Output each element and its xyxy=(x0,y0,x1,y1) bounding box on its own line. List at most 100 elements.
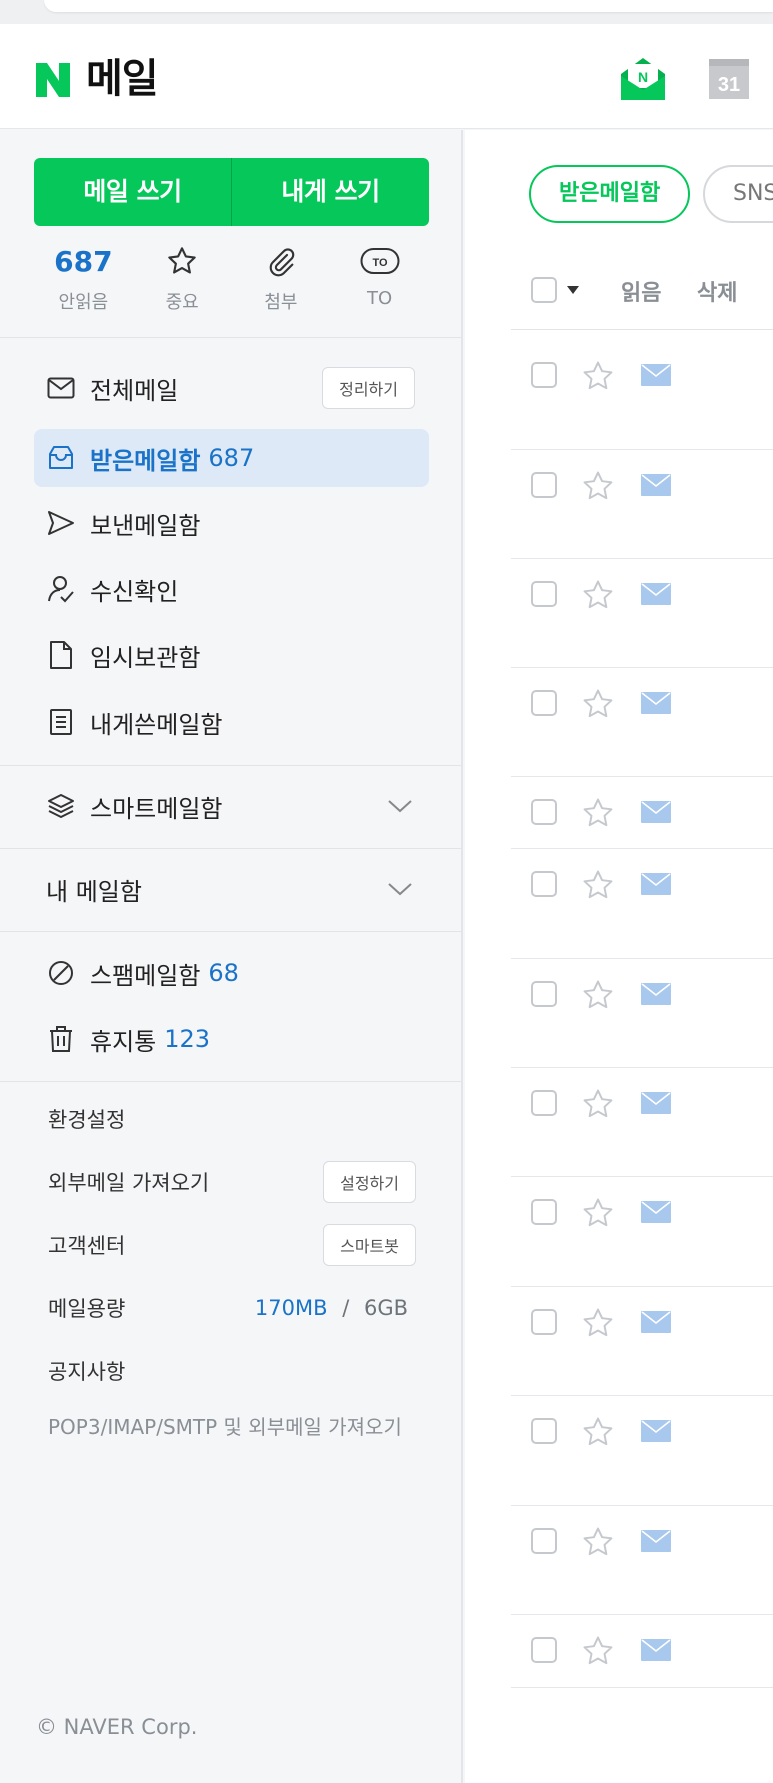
delete-button[interactable]: 삭제 xyxy=(697,275,737,307)
draft-icon xyxy=(46,640,76,670)
trash-count: 123 xyxy=(164,1025,211,1053)
folder-label: 전체메일 xyxy=(90,376,179,405)
star-icon[interactable] xyxy=(581,687,615,721)
organize-button[interactable]: 정리하기 xyxy=(322,367,415,409)
star-icon[interactable] xyxy=(581,1415,615,1449)
row-checkbox[interactable] xyxy=(531,1199,557,1225)
folder-to-me[interactable]: 내게쓴메일함 xyxy=(34,693,429,751)
divider xyxy=(0,765,461,766)
smartbot-button[interactable]: 스마트봇 xyxy=(323,1224,416,1266)
mail-row[interactable]: 집 xyxy=(511,1068,773,1177)
star-icon[interactable] xyxy=(581,1196,615,1230)
folder-sent[interactable]: 보낸메일함 xyxy=(34,494,429,552)
select-all-checkbox[interactable] xyxy=(531,277,557,303)
envelope-icon[interactable] xyxy=(641,983,671,1005)
row-checkbox[interactable] xyxy=(531,472,557,498)
star-icon[interactable] xyxy=(581,1087,615,1121)
mail-row[interactable]: 집 xyxy=(511,559,773,668)
row-checkbox[interactable] xyxy=(531,1309,557,1335)
row-checkbox[interactable] xyxy=(531,1637,557,1663)
envelope-icon[interactable] xyxy=(641,1311,671,1333)
row-checkbox[interactable] xyxy=(531,981,557,1007)
folder-label: 내게쓴메일함 xyxy=(90,710,223,739)
row-checkbox[interactable] xyxy=(531,799,557,825)
compose-group: 메일 쓰기 내게 쓰기 xyxy=(34,158,429,226)
folder-spam[interactable]: 스팸메일함 68 xyxy=(34,944,429,1002)
folder-trash[interactable]: 휴지통 123 xyxy=(34,1010,429,1068)
mail-row[interactable]: 집 xyxy=(511,1177,773,1287)
star-icon[interactable] xyxy=(581,978,615,1012)
mail-row[interactable]: 집 xyxy=(511,959,773,1068)
smart-mailbox[interactable]: 스마트메일함 xyxy=(34,777,429,835)
star-icon[interactable] xyxy=(581,1306,615,1340)
row-checkbox[interactable] xyxy=(531,362,557,388)
select-dropdown-icon[interactable] xyxy=(567,286,579,294)
settings-link[interactable]: 환경설정 xyxy=(48,1097,418,1141)
quick-attachment[interactable]: 첨부 xyxy=(232,240,331,320)
row-checkbox[interactable] xyxy=(531,581,557,607)
quick-important[interactable]: 중요 xyxy=(133,240,232,320)
write-to-me-button[interactable]: 내게 쓰기 xyxy=(232,158,429,226)
help-center-label[interactable]: 고객센터 xyxy=(48,1230,125,1260)
folder-read-receipt[interactable]: 수신확인 xyxy=(34,560,429,618)
import-settings-button[interactable]: 설정하기 xyxy=(323,1161,416,1203)
my-mailbox[interactable]: 내 메일함 xyxy=(34,860,429,918)
mail-row[interactable]: D xyxy=(511,1287,773,1396)
paperclip-icon xyxy=(269,248,295,277)
envelope-icon[interactable] xyxy=(641,1639,671,1661)
mail-row[interactable]: 집 xyxy=(511,450,773,559)
star-icon[interactable] xyxy=(581,1525,615,1559)
envelope-icon[interactable] xyxy=(641,1530,671,1552)
app-title[interactable]: 메일 xyxy=(86,52,159,106)
row-checkbox[interactable] xyxy=(531,1090,557,1116)
star-icon[interactable] xyxy=(581,1634,615,1668)
envelope-icon[interactable] xyxy=(641,1420,671,1442)
envelope-icon[interactable] xyxy=(641,474,671,496)
mail-row[interactable]: 집 xyxy=(511,1396,773,1506)
search-bar-edge[interactable] xyxy=(44,0,773,12)
star-icon[interactable] xyxy=(581,359,615,393)
folder-all-mail[interactable]: 전체메일 정리하기 xyxy=(34,359,429,417)
calendar-icon[interactable]: 31 xyxy=(708,58,750,100)
write-mail-button[interactable]: 메일 쓰기 xyxy=(34,158,231,226)
filter-sns[interactable]: SNS xyxy=(703,165,773,223)
mail-row[interactable]: 서 xyxy=(511,340,773,450)
my-mailbox-label: 내 메일함 xyxy=(46,877,142,906)
row-checkbox[interactable] xyxy=(531,1418,557,1444)
layers-icon xyxy=(46,791,76,821)
folder-drafts[interactable]: 임시보관함 xyxy=(34,626,429,684)
mail-app-icon[interactable]: N xyxy=(618,54,668,104)
naver-logo-icon[interactable] xyxy=(36,63,70,97)
sidebar: 메일 쓰기 내게 쓰기 687 안읽음 중요 첨부 TO TO 전체메일 정리하… xyxy=(0,130,463,1783)
envelope-icon[interactable] xyxy=(641,1092,671,1114)
envelope-icon[interactable] xyxy=(641,1201,671,1223)
envelope-icon[interactable] xyxy=(641,364,671,386)
mail-row[interactable]: 카 xyxy=(511,1506,773,1615)
envelope-icon[interactable] xyxy=(641,692,671,714)
mark-read-button[interactable]: 읽음 xyxy=(621,275,661,307)
envelope-icon[interactable] xyxy=(641,873,671,895)
star-icon[interactable] xyxy=(581,578,615,612)
envelope-icon[interactable] xyxy=(641,801,671,823)
star-icon[interactable] xyxy=(581,796,615,830)
notice-row[interactable]: 공지사항 xyxy=(48,1349,418,1393)
row-checkbox[interactable] xyxy=(531,1528,557,1554)
app-header: 메일 N 31 xyxy=(0,24,773,129)
folder-inbox[interactable]: 받은메일함 687 xyxy=(34,429,429,487)
notice-text[interactable]: POP3/IMAP/SMTP 및 외부메일 가져오기 xyxy=(48,1411,418,1440)
mail-row[interactable]: 집 xyxy=(511,849,773,959)
row-checkbox[interactable] xyxy=(531,690,557,716)
quick-to[interactable]: TO TO xyxy=(330,240,429,320)
star-icon[interactable] xyxy=(581,469,615,503)
chevron-down-icon[interactable] xyxy=(387,881,413,897)
chevron-down-icon[interactable] xyxy=(387,798,413,814)
row-checkbox[interactable] xyxy=(531,871,557,897)
mail-row[interactable]: 코 xyxy=(511,777,773,849)
star-icon[interactable] xyxy=(581,868,615,902)
envelope-icon[interactable] xyxy=(641,583,671,605)
mail-row[interactable]: D xyxy=(511,668,773,777)
quick-unread[interactable]: 687 안읽음 xyxy=(34,240,133,320)
filter-inbox[interactable]: 받은메일함 xyxy=(529,165,691,223)
quota-separator: / xyxy=(342,1296,350,1320)
mail-row[interactable]: 집 xyxy=(511,1615,773,1688)
